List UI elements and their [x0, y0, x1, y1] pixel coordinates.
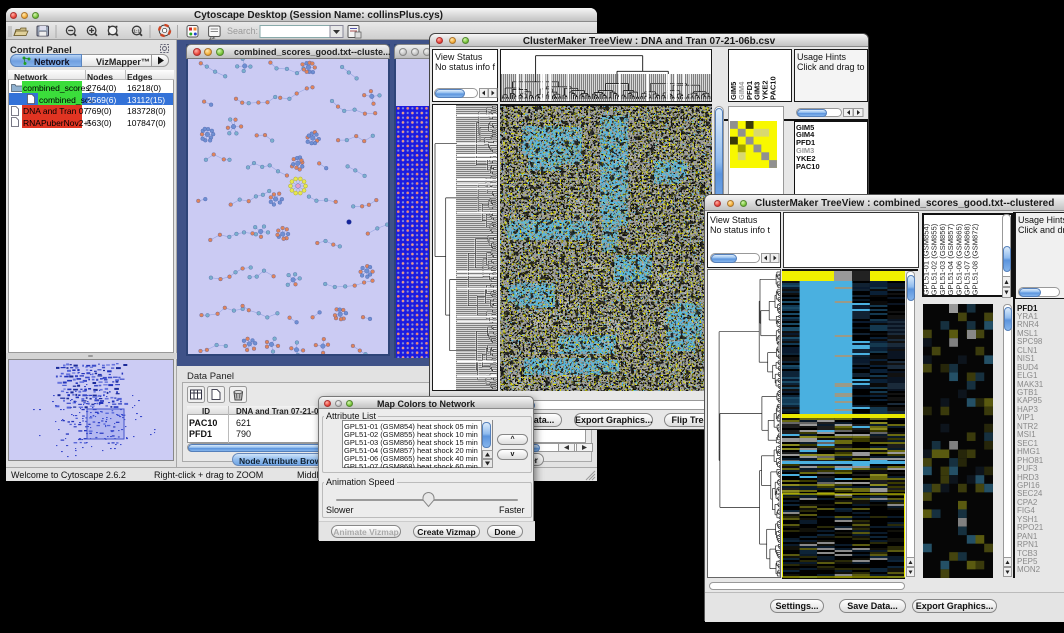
svg-text:GPL51-08 (GSM872): GPL51-08 (GSM872) — [971, 223, 980, 295]
svg-text:Search:: Search: — [227, 26, 258, 36]
svg-text:PAC10: PAC10 — [769, 76, 778, 100]
svg-text:1:1: 1:1 — [133, 28, 140, 33]
